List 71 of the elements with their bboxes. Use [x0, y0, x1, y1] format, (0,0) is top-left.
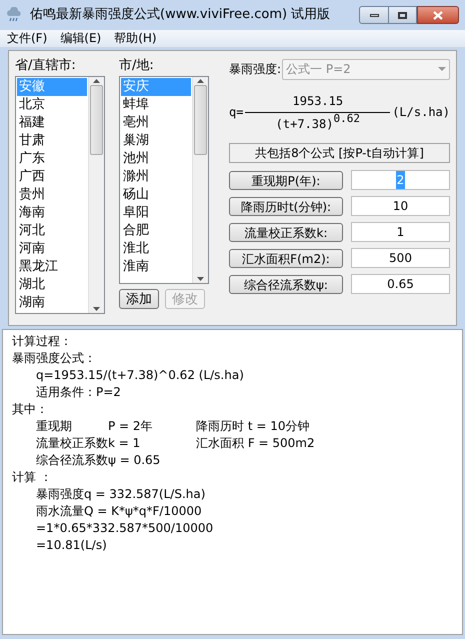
select-label: 暴雨强度:: [229, 61, 282, 78]
list-item[interactable]: 海南: [17, 204, 87, 222]
param-field[interactable]: 500: [351, 248, 450, 268]
result-line: q=1953.15/(t+7.38)^0.62 (L/s.ha): [36, 367, 244, 384]
result-line: 暴雨强度q = 332.587(L/S.ha): [36, 486, 206, 503]
result-heading: 计算过程：: [12, 333, 73, 350]
menu-item[interactable]: 帮助(H): [110, 30, 161, 47]
result-text-area[interactable]: [2, 329, 463, 635]
info-box: 共包括8个公式 [按P-t自动计算]: [229, 143, 450, 163]
list-item[interactable]: 北京: [17, 96, 87, 114]
param-field[interactable]: 10: [351, 196, 450, 216]
scrollbar[interactable]: [192, 77, 208, 283]
list-item[interactable]: 河南: [17, 240, 87, 258]
param-field[interactable]: 0.65: [351, 274, 450, 294]
result-heading: 暴雨强度公式：: [12, 350, 97, 367]
menu-item[interactable]: 编辑(E): [56, 30, 106, 47]
result-line: 降雨历时 t = 10分钟: [196, 418, 310, 435]
scroll-thumb[interactable]: [90, 85, 103, 155]
cloud-rain-icon: [6, 7, 22, 23]
dropdown-caret-icon: [438, 67, 446, 71]
scroll-up-icon[interactable]: [197, 79, 204, 83]
scroll-down-icon[interactable]: [93, 307, 100, 311]
list-item[interactable]: 阜阳: [121, 204, 191, 222]
scroll-thumb[interactable]: [194, 85, 207, 155]
menu-item[interactable]: 文件(F): [3, 30, 52, 47]
list-item[interactable]: 贵州: [17, 186, 87, 204]
result-line: 适用条件：P=2: [36, 384, 121, 401]
list-item[interactable]: 黑龙江: [17, 258, 87, 276]
minimize-button[interactable]: [359, 6, 389, 24]
result-line: 汇水面积 F = 500m2: [196, 435, 315, 452]
result-line: =1*0.65*332.587*500/10000: [36, 520, 214, 537]
list-item[interactable]: 池州: [121, 150, 191, 168]
list-item[interactable]: 亳州: [121, 114, 191, 132]
list-item[interactable]: 蚌埠: [121, 96, 191, 114]
list-item[interactable]: 淮南: [121, 258, 191, 276]
param-button[interactable]: 综合径流系数ψ:: [229, 274, 343, 294]
list-item[interactable]: 砀山: [121, 186, 191, 204]
maximize-button[interactable]: [389, 6, 417, 24]
window-title: 佑鸣最新暴雨强度公式(www.viviFree.com) 试用版: [30, 6, 330, 24]
result-line: P = 2年: [108, 418, 154, 435]
close-button[interactable]: [417, 6, 459, 24]
list-item[interactable]: 甘肃: [17, 132, 87, 150]
list-label: 市/地:: [119, 57, 155, 75]
scroll-up-icon[interactable]: [93, 79, 100, 83]
list-item[interactable]: 合肥: [121, 222, 191, 240]
scroll-down-icon[interactable]: [197, 277, 204, 281]
result-heading: 计算 ：: [12, 469, 53, 486]
result-line: 流量校正系数k = 1: [36, 435, 142, 452]
result-heading: 其中：: [12, 401, 49, 418]
list-action-button[interactable]: 添加: [119, 289, 159, 309]
param-button[interactable]: 流量校正系数k:: [229, 222, 343, 242]
list-item[interactable]: 福建: [17, 114, 87, 132]
result-line: 综合径流系数ψ = 0.65: [36, 452, 160, 469]
scrollbar[interactable]: [88, 77, 104, 313]
result-line: 重现期: [36, 418, 73, 435]
list-item[interactable]: 淮北: [121, 240, 191, 258]
list-item[interactable]: 广东: [17, 150, 87, 168]
param-button[interactable]: 汇水面积F(m2):: [229, 248, 343, 268]
list-item[interactable]: 滁州: [121, 168, 191, 186]
list-item[interactable]: 广西: [17, 168, 87, 186]
result-line: 雨水流量Q = K*ψ*q*F/10000: [36, 503, 202, 520]
close-icon: [433, 10, 443, 20]
param-field[interactable]: 1: [351, 222, 450, 242]
list-item[interactable]: 巢湖: [121, 132, 191, 150]
param-button[interactable]: 降雨历时t(分钟):: [229, 196, 343, 216]
list-label: 省/直辖市:: [15, 57, 77, 75]
result-line: =10.81(L/s): [36, 537, 107, 554]
list-item[interactable]: 湖北: [17, 276, 87, 294]
param-button[interactable]: 重现期P(年):: [229, 170, 343, 190]
list-item[interactable]: 湖南: [17, 294, 87, 312]
list-item[interactable]: 河北: [17, 222, 87, 240]
